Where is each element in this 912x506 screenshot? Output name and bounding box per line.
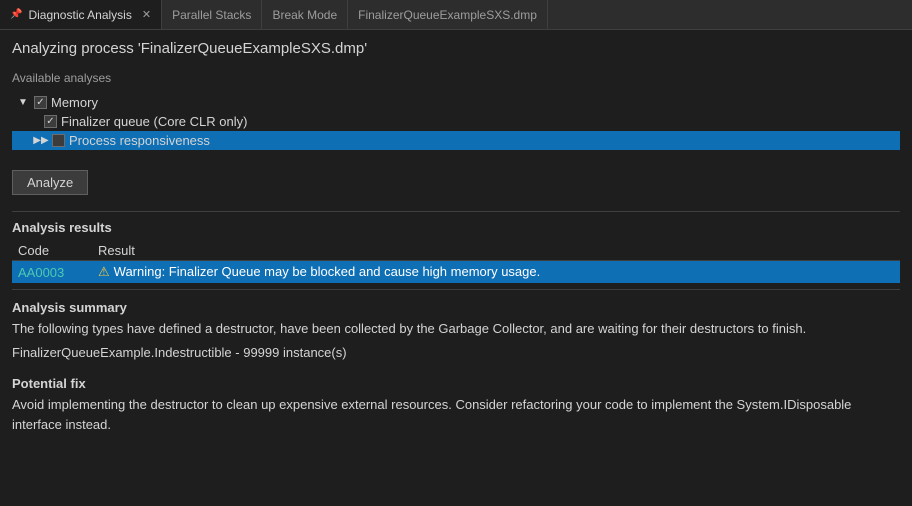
- process-responsiveness-checkbox[interactable]: [52, 134, 65, 147]
- potential-fix-heading: Potential fix: [12, 376, 900, 391]
- page-title: Analyzing process 'FinalizerQueueExample…: [12, 40, 900, 57]
- warning-icon: ⚠: [98, 264, 110, 279]
- tab-label: Parallel Stacks: [172, 8, 251, 22]
- tab-label: Break Mode: [272, 8, 337, 22]
- process-responsiveness-label: Process responsiveness: [69, 133, 210, 148]
- available-analyses-label: Available analyses: [12, 71, 900, 85]
- col-header-code: Code: [12, 241, 92, 261]
- tree-item-process-responsiveness[interactable]: ▶ Process responsiveness: [12, 131, 900, 150]
- analysis-results-heading: Analysis results: [12, 220, 900, 235]
- tree-item-memory[interactable]: Memory: [12, 93, 900, 112]
- table-row[interactable]: AA0003 ⚠ Warning: Finalizer Queue may be …: [12, 261, 900, 284]
- finalizer-queue-checkbox[interactable]: [44, 115, 57, 128]
- tab-diagnostic-analysis[interactable]: 📌 Diagnostic Analysis ✕: [0, 0, 162, 29]
- finalizer-queue-label: Finalizer queue (Core CLR only): [61, 114, 247, 129]
- summary-text-2: FinalizerQueueExample.Indestructible - 9…: [12, 343, 900, 363]
- summary-text-1: The following types have defined a destr…: [12, 319, 900, 339]
- pin-icon: 📌: [10, 9, 22, 20]
- analyze-button[interactable]: Analyze: [12, 170, 88, 195]
- potential-fix-text: Avoid implementing the destructor to cle…: [12, 395, 900, 434]
- main-content: Analyzing process 'FinalizerQueueExample…: [0, 30, 912, 444]
- close-icon[interactable]: ✕: [142, 8, 151, 21]
- tab-bar: 📌 Diagnostic Analysis ✕ Parallel Stacks …: [0, 0, 912, 30]
- memory-label: Memory: [51, 95, 98, 110]
- tab-file[interactable]: FinalizerQueueExampleSXS.dmp: [348, 0, 548, 29]
- divider-2: [12, 289, 900, 290]
- available-analyses-section: Available analyses Memory Finalizer queu…: [12, 71, 900, 150]
- col-header-result: Result: [92, 241, 900, 261]
- tree-item-finalizer-queue[interactable]: Finalizer queue (Core CLR only): [12, 112, 900, 131]
- tab-label: FinalizerQueueExampleSXS.dmp: [358, 8, 537, 22]
- tab-parallel-stacks[interactable]: Parallel Stacks: [162, 0, 262, 29]
- memory-expand-arrow[interactable]: [16, 97, 30, 108]
- results-table: Code Result AA0003 ⚠ Warning: Finalizer Q…: [12, 241, 900, 283]
- process-responsiveness-expand[interactable]: ▶: [34, 135, 48, 146]
- analysis-summary-heading: Analysis summary: [12, 300, 900, 315]
- result-text: Warning: Finalizer Queue may be blocked …: [114, 264, 541, 279]
- tab-label: Diagnostic Analysis: [28, 8, 131, 22]
- result-message: ⚠ Warning: Finalizer Queue may be blocked…: [92, 261, 900, 284]
- tab-break-mode[interactable]: Break Mode: [262, 0, 348, 29]
- memory-checkbox[interactable]: [34, 96, 47, 109]
- result-code: AA0003: [12, 261, 92, 284]
- divider-1: [12, 211, 900, 212]
